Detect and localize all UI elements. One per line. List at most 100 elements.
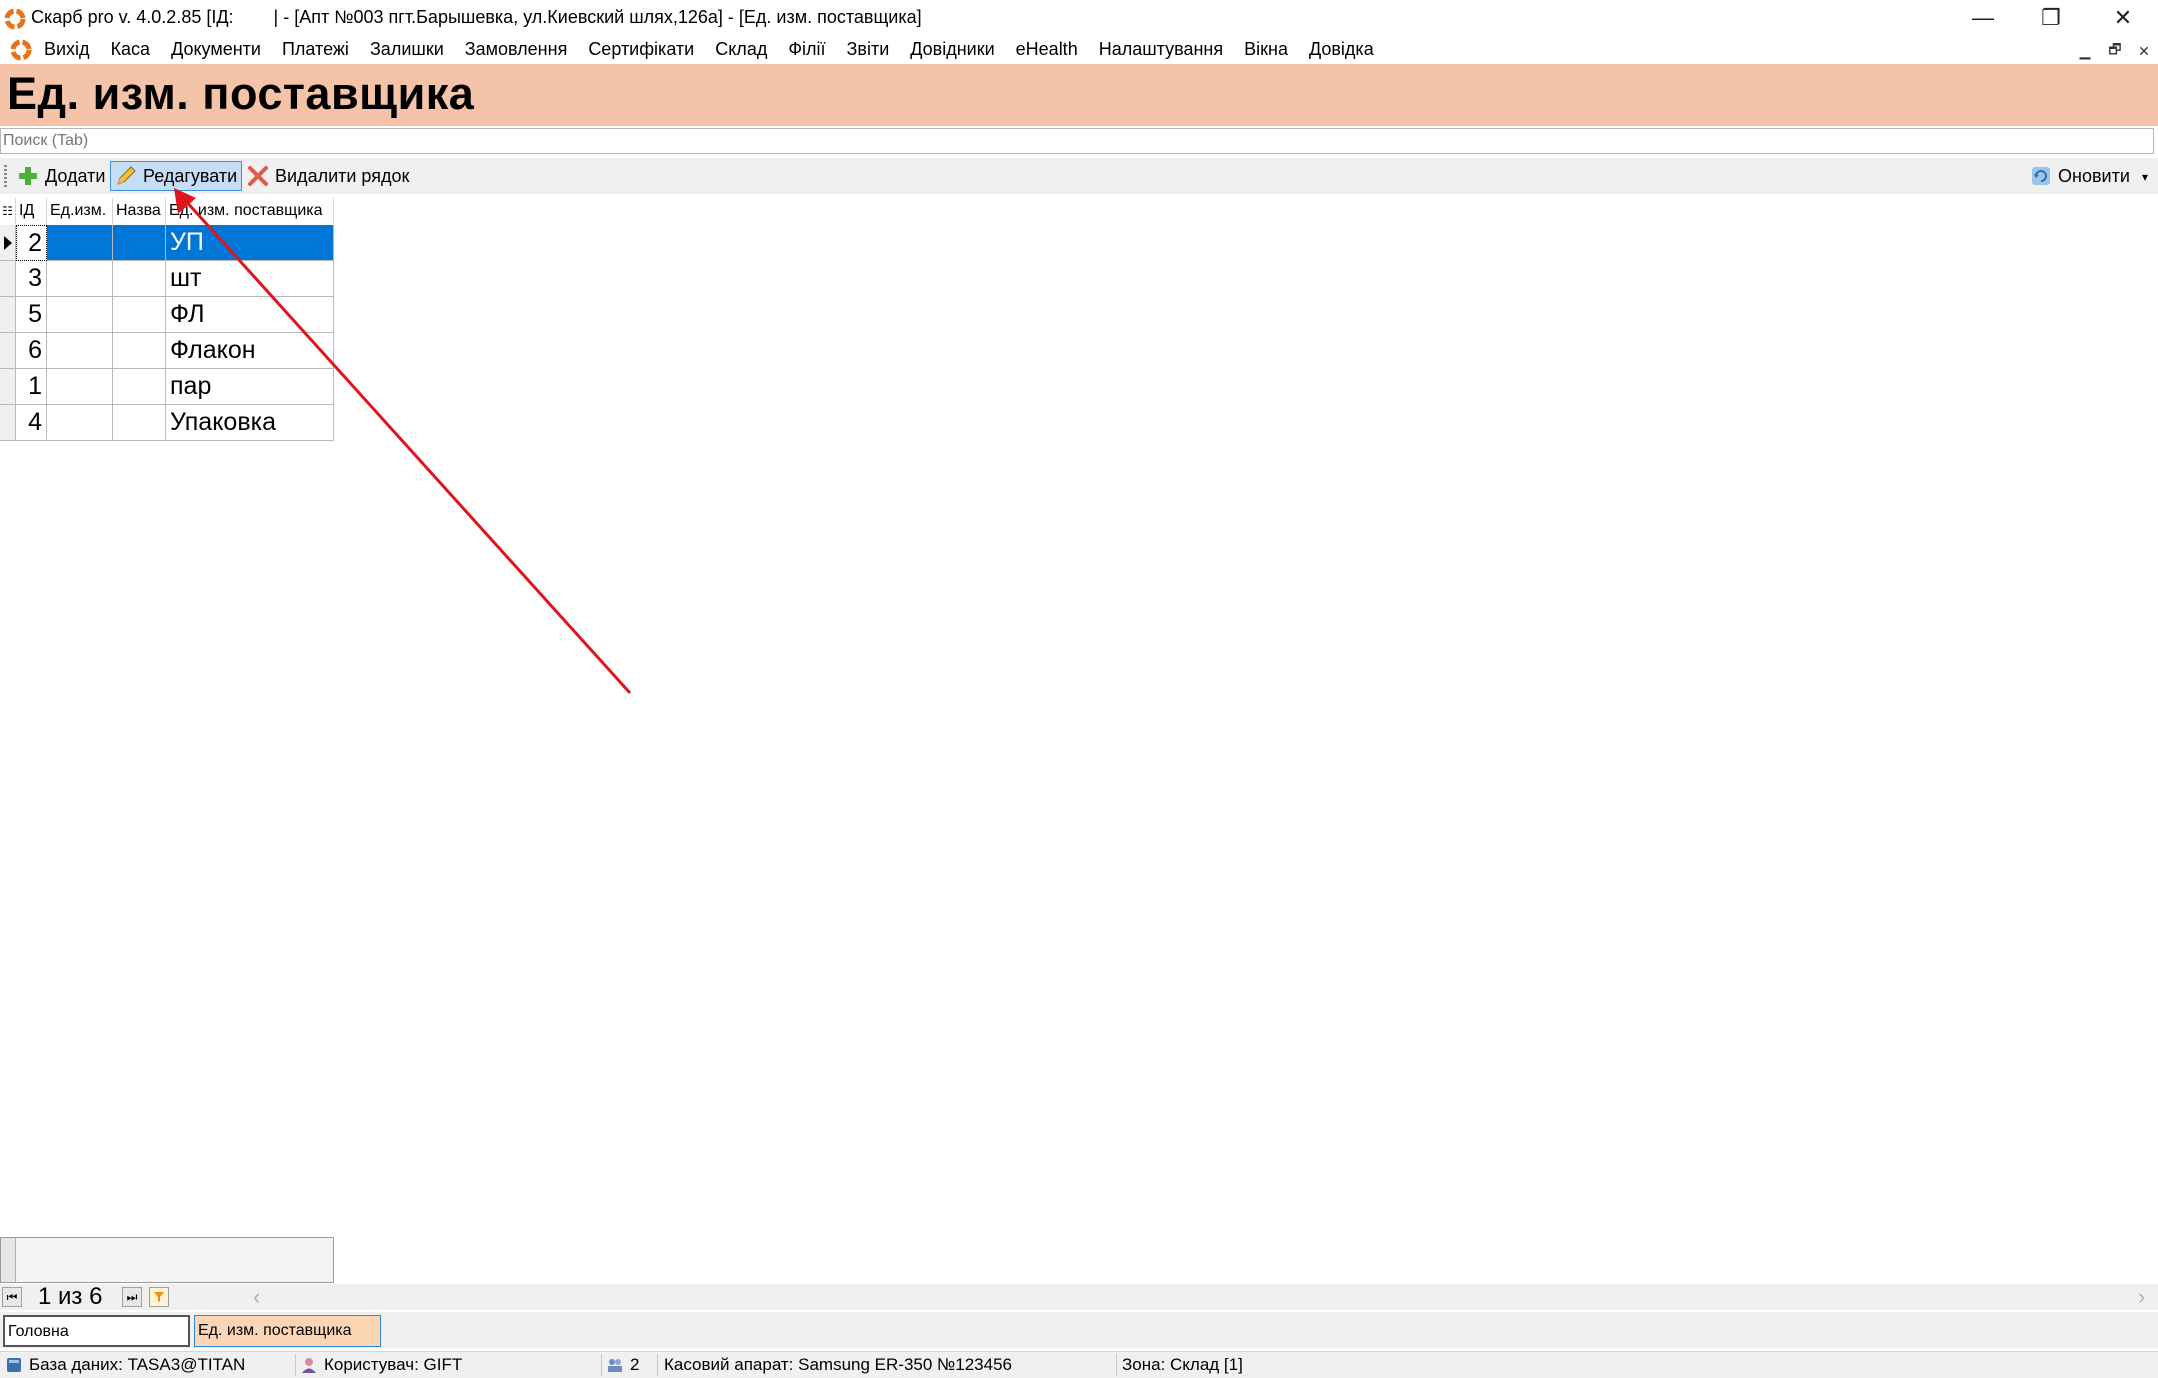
row-indicator[interactable] — [0, 405, 16, 441]
search-input[interactable] — [0, 128, 2154, 154]
table-row[interactable]: 4 Упаковка — [0, 405, 334, 441]
cell-name[interactable] — [113, 225, 166, 261]
refresh-label: Оновити — [2058, 165, 2130, 186]
row-indicator[interactable] — [0, 333, 16, 369]
scroll-right-icon[interactable]: › — [2138, 1284, 2145, 1310]
table-row[interactable]: 6 Флакон — [0, 333, 334, 369]
cell-supplier-unit[interactable]: Упаковка — [166, 405, 334, 441]
cell-supplier-unit[interactable]: шт — [166, 261, 334, 297]
status-database: База даних: TASA3@TITAN — [5, 1355, 245, 1375]
minimize-button[interactable]: — — [1950, 0, 2016, 36]
filter-icon[interactable] — [149, 1287, 169, 1307]
navigator-bar: ⏮ 1 из 6 ⏭ ‹ › — [0, 1284, 2158, 1310]
column-header-supplier-unit[interactable]: Ед. изм. поставщика — [166, 198, 334, 224]
mdi-minimize-button[interactable]: ▁ — [2074, 40, 2096, 62]
menu-item[interactable]: Замовлення — [465, 39, 568, 60]
cell-id[interactable]: 2 — [16, 225, 47, 261]
toolbar-overflow-icon[interactable]: ▾ — [2142, 170, 2148, 184]
page-header: Ед. изм. поставщика — [0, 64, 2158, 126]
add-button[interactable]: Додати — [13, 161, 109, 191]
cell-unit[interactable] — [47, 405, 113, 441]
menu-item[interactable]: Платежі — [282, 39, 349, 60]
row-indicator[interactable] — [0, 369, 16, 405]
grid-footer — [0, 1237, 334, 1283]
mdi-restore-button[interactable]: 🗗 — [2104, 40, 2126, 62]
menu-item[interactable]: Залишки — [370, 39, 444, 60]
delete-row-button[interactable]: Видалити рядок — [243, 161, 413, 191]
cell-unit[interactable] — [47, 225, 113, 261]
grid-header: ☷ ІД Ед.изм. Назва Ед. изм. поставщика — [0, 198, 334, 224]
footer-indicator — [1, 1238, 16, 1282]
cell-unit[interactable] — [47, 333, 113, 369]
cell-name[interactable] — [113, 261, 166, 297]
menu-item[interactable]: Довідка — [1309, 39, 1374, 60]
tab-supplier-units[interactable]: Ед. изм. поставщика — [194, 1315, 381, 1347]
cell-id[interactable]: 6 — [16, 333, 47, 369]
cell-id[interactable]: 3 — [16, 261, 47, 297]
cell-supplier-unit[interactable]: Флакон — [166, 333, 334, 369]
cell-unit[interactable] — [47, 261, 113, 297]
menu-item[interactable]: Вихід — [44, 39, 90, 60]
cell-supplier-unit[interactable]: пар — [166, 369, 334, 405]
status-count: 2 — [606, 1355, 639, 1375]
page-title: Ед. изм. поставщика — [7, 68, 475, 119]
column-header-name[interactable]: Назва — [113, 198, 166, 224]
cell-supplier-unit[interactable]: УП — [166, 225, 334, 261]
status-user: Користувач: GIFT — [300, 1355, 462, 1375]
grid-body: 2 УП 3 шт 5 ФЛ 6 Флакон 1 пар 4 Упаковка — [0, 225, 334, 441]
toolbar-grip[interactable] — [4, 165, 7, 187]
row-indicator[interactable] — [0, 225, 16, 261]
plus-icon — [17, 165, 39, 187]
status-separator — [657, 1354, 658, 1376]
table-row[interactable]: 5 ФЛ — [0, 297, 334, 333]
status-separator — [1116, 1354, 1117, 1376]
scroll-left-icon[interactable]: ‹ — [253, 1284, 260, 1310]
cell-unit[interactable] — [47, 369, 113, 405]
restore-button[interactable]: ❐ — [2018, 0, 2084, 36]
status-cash-register: Касовий апарат: Samsung ER-350 №123456 — [664, 1355, 1012, 1375]
cell-id[interactable]: 4 — [16, 405, 47, 441]
edit-button[interactable]: Редагувати — [110, 161, 243, 191]
last-record-icon[interactable]: ⏭ — [122, 1287, 142, 1307]
status-separator — [295, 1354, 296, 1376]
row-indicator[interactable] — [0, 261, 16, 297]
column-header-id[interactable]: ІД — [16, 198, 47, 224]
menu-item[interactable]: Налаштування — [1099, 39, 1223, 60]
toolbar: Додати Редагувати Видалити рядок Оновити… — [0, 158, 2158, 194]
cell-name[interactable] — [113, 297, 166, 333]
mdi-close-button[interactable]: ✕ — [2133, 40, 2155, 62]
row-indicator[interactable] — [0, 297, 16, 333]
menu-item[interactable]: Вікна — [1244, 39, 1288, 60]
cell-supplier-unit[interactable]: ФЛ — [166, 297, 334, 333]
menu-item[interactable]: Склад — [715, 39, 767, 60]
cell-name[interactable] — [113, 405, 166, 441]
column-header-unit[interactable]: Ед.изм. — [47, 198, 113, 224]
window-titlebar: Скарб pro v. 4.0.2.85 [ІД: | - [Апт №003… — [0, 0, 2158, 36]
cell-name[interactable] — [113, 369, 166, 405]
cell-id[interactable]: 1 — [16, 369, 47, 405]
refresh-button[interactable]: Оновити — [2026, 161, 2134, 191]
status-zone-text: Зона: Склад [1] — [1122, 1355, 1243, 1374]
users-icon — [606, 1356, 624, 1374]
window-title: Скарб pro v. 4.0.2.85 [ІД: | - [Апт №003… — [31, 7, 922, 27]
app-menu-icon[interactable] — [10, 39, 32, 61]
cell-name[interactable] — [113, 333, 166, 369]
menu-item[interactable]: Сертифікати — [588, 39, 694, 60]
delete-row-label: Видалити рядок — [275, 165, 410, 186]
first-record-icon[interactable]: ⏮ — [2, 1287, 22, 1307]
menu-item[interactable]: Філії — [788, 39, 825, 60]
cell-id[interactable]: 5 — [16, 297, 47, 333]
menu-item[interactable]: Документи — [171, 39, 261, 60]
column-chooser-icon[interactable]: ☷ — [0, 198, 16, 224]
table-row[interactable]: 3 шт — [0, 261, 334, 297]
menu-item[interactable]: Каса — [111, 39, 151, 60]
close-window-button[interactable]: ✕ — [2090, 0, 2156, 36]
menu-item[interactable]: eHealth — [1016, 39, 1078, 60]
table-row[interactable]: 2 УП — [0, 225, 334, 261]
menu-item[interactable]: Довідники — [910, 39, 994, 60]
tab-home[interactable]: Головна — [3, 1315, 190, 1347]
table-row[interactable]: 1 пар — [0, 369, 334, 405]
status-zone: Зона: Склад [1] — [1122, 1355, 1243, 1375]
menu-item[interactable]: Звіти — [847, 39, 890, 60]
cell-unit[interactable] — [47, 297, 113, 333]
